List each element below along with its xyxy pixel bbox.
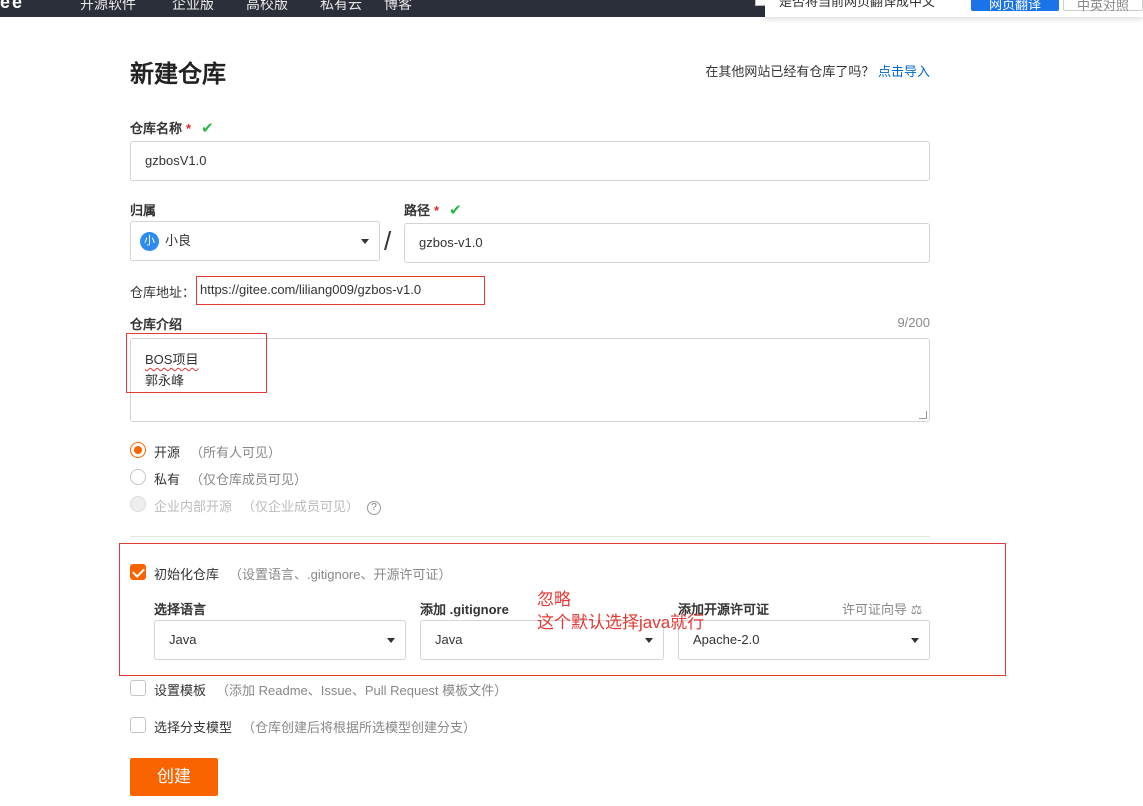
owner-label: 归属 bbox=[130, 203, 157, 218]
required-mark: * bbox=[186, 121, 192, 136]
repo-address-label: 仓库地址： bbox=[130, 285, 196, 300]
nav-item-education[interactable]: 高校版 bbox=[246, 0, 288, 14]
nav-item-open-source[interactable]: 开源软件 bbox=[80, 0, 136, 14]
path-label-text: 路径 bbox=[404, 203, 431, 218]
nav-item-enterprise[interactable]: 企业版 bbox=[172, 0, 214, 14]
chevron-down-icon bbox=[361, 239, 369, 244]
check-icon: ✔ bbox=[449, 202, 462, 219]
radio-internal: 企业内部开源 （仅企业成员可见）? bbox=[130, 496, 430, 515]
branch-model-checkbox[interactable] bbox=[130, 717, 146, 733]
avatar: 小 bbox=[140, 232, 159, 252]
annotation-line-2: 这个默认选择java就行 bbox=[537, 613, 705, 632]
template-label-text: 设置模板 bbox=[154, 683, 207, 698]
create-button[interactable]: 创建 bbox=[130, 758, 218, 796]
branch-model-label-text: 选择分支模型 bbox=[154, 720, 233, 735]
translate-button[interactable]: 网页翻译 bbox=[971, 0, 1059, 12]
import-link[interactable]: 点击导入 bbox=[878, 64, 930, 79]
annotation-line-1: 忽略 bbox=[537, 590, 571, 609]
help-icon[interactable]: ? bbox=[367, 501, 382, 515]
template-label: 设置模板 （添加 Readme、Issue、Pull Request 模板文件） bbox=[154, 680, 507, 699]
section-divider bbox=[130, 536, 930, 537]
import-prompt: 在其他网站已经有仓库了吗？ bbox=[705, 64, 875, 79]
branch-model-hint: （仓库创建后将根据所选模型创建分支） bbox=[242, 720, 477, 735]
radio-open-label: 开源 bbox=[154, 445, 181, 460]
radio-private[interactable]: 私有 （仅仓库成员可见） bbox=[130, 469, 430, 487]
annotation-note: 忽略 这个默认选择java就行 bbox=[537, 588, 704, 634]
template-checkbox[interactable] bbox=[130, 680, 146, 696]
site-logo[interactable]: ee bbox=[0, 0, 24, 13]
radio-open-source[interactable]: 开源 （所有人可见） bbox=[130, 442, 430, 460]
nav-item-blog[interactable]: 博客 bbox=[384, 0, 412, 14]
owner-value: 小良 bbox=[165, 233, 192, 248]
annotation-box-intro bbox=[126, 333, 267, 393]
repo-name-input[interactable]: gzbosV1.0 bbox=[130, 141, 930, 181]
bilingual-button[interactable]: 中英对照 bbox=[1063, 0, 1143, 13]
radio-internal-label: 企业内部开源 bbox=[154, 499, 233, 514]
owner-select[interactable]: 小小良 bbox=[130, 221, 380, 261]
repo-name-label: 仓库名称 * ✔ bbox=[130, 118, 214, 137]
annotation-box-address bbox=[196, 276, 485, 305]
radio-private-label: 私有 bbox=[154, 472, 181, 487]
path-separator: / bbox=[384, 226, 392, 256]
intro-char-counter: 9/200 bbox=[897, 315, 930, 330]
resize-handle[interactable] bbox=[919, 411, 927, 419]
path-label: 路径 * ✔ bbox=[404, 200, 462, 219]
radio-button bbox=[130, 496, 146, 512]
path-input[interactable]: gzbos-v1.0 bbox=[404, 223, 930, 263]
translate-popup: 是否将当前网页翻译成中文 网页翻译 中英对照 bbox=[765, 0, 1143, 17]
template-hint: （添加 Readme、Issue、Pull Request 模板文件） bbox=[216, 683, 508, 698]
required-mark: * bbox=[434, 203, 440, 218]
intro-label: 仓库介绍 bbox=[130, 317, 183, 332]
nav-item-private-cloud[interactable]: 私有云 bbox=[320, 0, 362, 14]
check-icon: ✔ bbox=[201, 120, 214, 137]
radio-open-hint: （所有人可见） bbox=[190, 445, 282, 460]
radio-internal-hint: （仅企业成员可见） bbox=[242, 499, 360, 514]
radio-button[interactable] bbox=[130, 442, 146, 458]
import-hint: 在其他网站已经有仓库了吗？ 点击导入 bbox=[705, 61, 930, 80]
branch-model-label: 选择分支模型 （仓库创建后将根据所选模型创建分支） bbox=[154, 717, 476, 736]
page-title: 新建仓库 bbox=[130, 61, 226, 88]
radio-button[interactable] bbox=[130, 469, 146, 485]
repo-name-label-text: 仓库名称 bbox=[130, 121, 183, 136]
translate-prompt: 是否将当前网页翻译成中文 bbox=[779, 0, 936, 9]
radio-private-hint: （仅仓库成员可见） bbox=[190, 472, 308, 487]
